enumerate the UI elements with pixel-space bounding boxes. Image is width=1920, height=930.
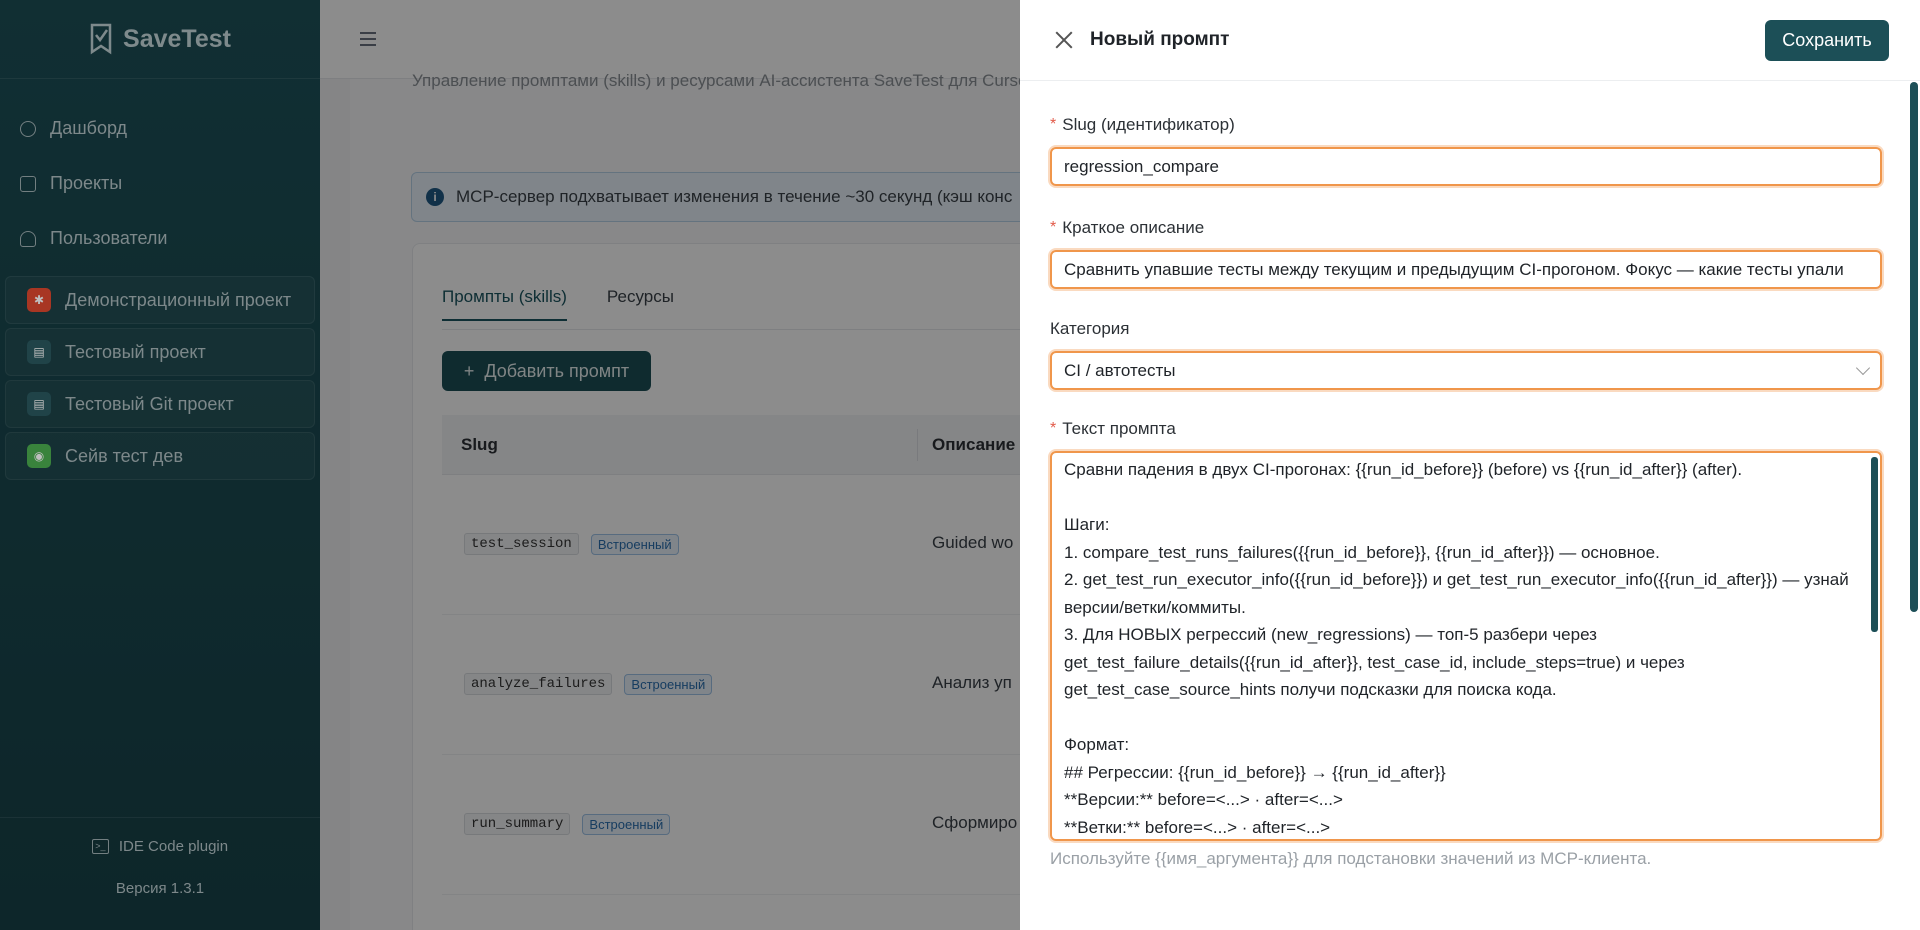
drawer-header: Новый промпт Сохранить — [1020, 0, 1920, 81]
prompt-hint: Используйте {{имя_аргумента}} для подста… — [1050, 849, 1652, 868]
category-select[interactable]: CI / автотесты — [1050, 351, 1882, 390]
chevron-down-icon — [1855, 360, 1871, 376]
required-marker: * — [1050, 420, 1057, 437]
prompt-line: версии/ветки/коммиты. — [1064, 597, 1246, 617]
sidebar-dim-overlay — [0, 0, 320, 930]
prompt-line: **Ветки:** before=<...> · after=<...> — [1064, 817, 1331, 837]
prompt-line: get_test_failure_details({{run_id_after}… — [1064, 652, 1685, 672]
category-value: CI / автотесты — [1064, 361, 1176, 380]
prompt-line — [1064, 484, 1850, 512]
slug-label-text: Slug (идентификатор) — [1062, 115, 1235, 134]
slug-input[interactable]: regression_compare — [1050, 147, 1882, 186]
drawer-scrollbar[interactable] — [1910, 82, 1918, 612]
prompt-line: 1. compare_test_runs_failures({{run_id_b… — [1064, 542, 1660, 562]
prompt-textarea[interactable]: Сравни падения в двух CI-прогонах: {{run… — [1050, 451, 1882, 841]
category-label: Категория — [1050, 319, 1905, 339]
prompt-line: 2. get_test_run_executor_info({{run_id_b… — [1064, 570, 1849, 589]
drawer-form: * Slug (идентификатор) regression_compar… — [1050, 81, 1905, 869]
required-marker: * — [1050, 219, 1057, 236]
prompt-line: Формат: — [1064, 735, 1130, 754]
new-prompt-drawer: Новый промпт Сохранить * Slug (идентифик… — [1020, 0, 1920, 930]
textarea-scrollbar[interactable] — [1871, 457, 1878, 632]
close-icon[interactable] — [1054, 30, 1074, 50]
drawer-title: Новый промпт — [1090, 29, 1230, 50]
required-marker: * — [1050, 116, 1057, 133]
slug-label: * Slug (идентификатор) — [1050, 115, 1905, 135]
prompt-line — [1064, 704, 1850, 732]
prompt-line: **Версии:** before=<...> · after=<...> — [1064, 790, 1343, 809]
prompt-line: 3. Для НОВЫХ регрессий (new_regressions)… — [1064, 625, 1597, 644]
description-input[interactable]: Сравнить упавшие тесты между текущим и п… — [1050, 250, 1882, 289]
prompt-line: Сравни падения в двух CI-прогонах: {{run… — [1064, 460, 1743, 479]
prompt-line: ## Регрессии: {{run_id_before}} → {{run_… — [1064, 762, 1446, 782]
prompt-line: Шаги: — [1064, 515, 1110, 534]
prompt-line: get_test_case_source_hints получи подска… — [1064, 680, 1557, 699]
description-label: * Краткое описание — [1050, 218, 1905, 238]
description-label-text: Краткое описание — [1062, 218, 1205, 237]
prompt-text-label: * Текст промпта — [1050, 419, 1905, 439]
save-button[interactable]: Сохранить — [1765, 20, 1889, 61]
category-label-text: Категория — [1050, 319, 1130, 338]
prompt-text-label-text: Текст промпта — [1062, 419, 1176, 438]
